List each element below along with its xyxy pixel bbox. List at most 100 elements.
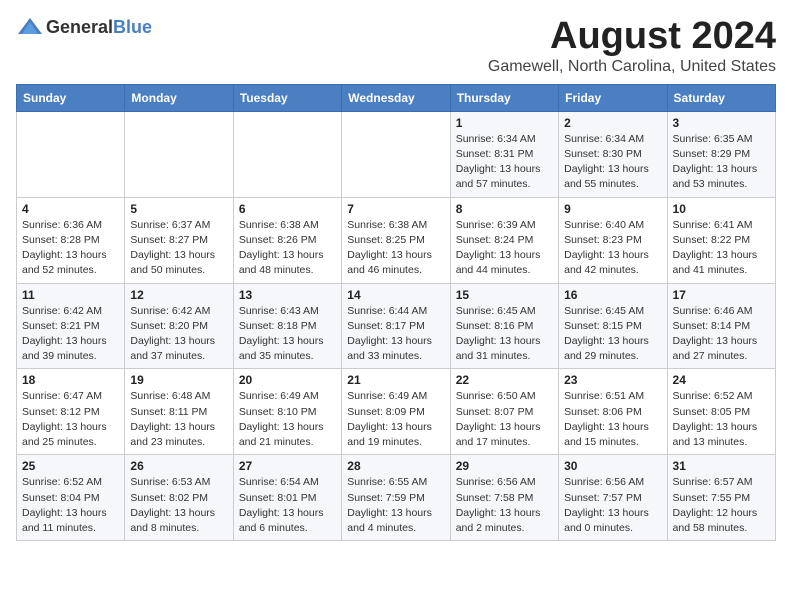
day-info: Sunrise: 6:46 AM Sunset: 8:14 PM Dayligh… bbox=[673, 304, 770, 365]
table-row: 30 Sunrise: 6:56 AM Sunset: 7:57 PM Dayli… bbox=[559, 455, 667, 541]
table-row bbox=[233, 111, 341, 197]
table-row: 24 Sunrise: 6:52 AM Sunset: 8:05 PM Dayli… bbox=[667, 369, 775, 455]
day-info: Sunrise: 6:56 AM Sunset: 7:57 PM Dayligh… bbox=[564, 475, 661, 536]
header-saturday: Saturday bbox=[667, 84, 775, 111]
table-row: 8 Sunrise: 6:39 AM Sunset: 8:24 PM Daylig… bbox=[450, 197, 558, 283]
table-row bbox=[17, 111, 125, 197]
logo-text-blue: Blue bbox=[113, 17, 152, 37]
day-info: Sunrise: 6:54 AM Sunset: 8:01 PM Dayligh… bbox=[239, 475, 336, 536]
table-row: 15 Sunrise: 6:45 AM Sunset: 8:16 PM Dayli… bbox=[450, 283, 558, 369]
day-number: 10 bbox=[673, 202, 770, 216]
table-row: 27 Sunrise: 6:54 AM Sunset: 8:01 PM Dayli… bbox=[233, 455, 341, 541]
table-row bbox=[342, 111, 450, 197]
table-row: 10 Sunrise: 6:41 AM Sunset: 8:22 PM Dayli… bbox=[667, 197, 775, 283]
day-info: Sunrise: 6:42 AM Sunset: 8:20 PM Dayligh… bbox=[130, 304, 227, 365]
day-number: 12 bbox=[130, 288, 227, 302]
day-number: 20 bbox=[239, 373, 336, 387]
table-row: 28Sunrise: 6:55 AM Sunset: 7:59 PM Dayli… bbox=[342, 455, 450, 541]
day-number: 15 bbox=[456, 288, 553, 302]
day-number: 25 bbox=[22, 459, 119, 473]
header-wednesday: Wednesday bbox=[342, 84, 450, 111]
day-number: 17 bbox=[673, 288, 770, 302]
table-row: 3 Sunrise: 6:35 AM Sunset: 8:29 PM Daylig… bbox=[667, 111, 775, 197]
table-row: 1 Sunrise: 6:34 AM Sunset: 8:31 PM Daylig… bbox=[450, 111, 558, 197]
day-info: Sunrise: 6:50 AM Sunset: 8:07 PM Dayligh… bbox=[456, 389, 553, 450]
header-tuesday: Tuesday bbox=[233, 84, 341, 111]
header-thursday: Thursday bbox=[450, 84, 558, 111]
location-title: Gamewell, North Carolina, United States bbox=[488, 58, 776, 76]
logo-icon bbox=[16, 16, 44, 38]
day-number: 31 bbox=[673, 459, 770, 473]
day-info: Sunrise: 6:49 AM Sunset: 8:09 PM Dayligh… bbox=[347, 389, 444, 450]
day-number: 26 bbox=[130, 459, 227, 473]
day-number: 29 bbox=[456, 459, 553, 473]
table-row: 9 Sunrise: 6:40 AM Sunset: 8:23 PM Daylig… bbox=[559, 197, 667, 283]
day-number: 4 bbox=[22, 202, 119, 216]
table-row bbox=[125, 111, 233, 197]
table-row: 31Sunrise: 6:57 AM Sunset: 7:55 PM Dayli… bbox=[667, 455, 775, 541]
day-info: Sunrise: 6:51 AM Sunset: 8:06 PM Dayligh… bbox=[564, 389, 661, 450]
table-row: 18 Sunrise: 6:47 AM Sunset: 8:12 PM Dayli… bbox=[17, 369, 125, 455]
day-number: 1 bbox=[456, 116, 553, 130]
day-info: Sunrise: 6:41 AM Sunset: 8:22 PM Dayligh… bbox=[673, 218, 770, 279]
day-number: 23 bbox=[564, 373, 661, 387]
table-row: 11 Sunrise: 6:42 AM Sunset: 8:21 PM Dayli… bbox=[17, 283, 125, 369]
day-number: 8 bbox=[456, 202, 553, 216]
page-header: GeneralBlue August 2024 Gamewell, North … bbox=[16, 16, 776, 76]
day-number: 27 bbox=[239, 459, 336, 473]
day-number: 14 bbox=[347, 288, 444, 302]
day-info: Sunrise: 6:35 AM Sunset: 8:29 PM Dayligh… bbox=[673, 132, 770, 193]
table-row: 25 Sunrise: 6:52 AM Sunset: 8:04 PM Dayli… bbox=[17, 455, 125, 541]
logo: GeneralBlue bbox=[16, 16, 152, 38]
table-row: 19 Sunrise: 6:48 AM Sunset: 8:11 PM Dayli… bbox=[125, 369, 233, 455]
day-info: Sunrise: 6:45 AM Sunset: 8:15 PM Dayligh… bbox=[564, 304, 661, 365]
day-number: 11 bbox=[22, 288, 119, 302]
day-info: Sunrise: 6:42 AM Sunset: 8:21 PM Dayligh… bbox=[22, 304, 119, 365]
table-row: 21Sunrise: 6:49 AM Sunset: 8:09 PM Dayli… bbox=[342, 369, 450, 455]
day-number: 7 bbox=[347, 202, 444, 216]
header-friday: Friday bbox=[559, 84, 667, 111]
day-info: Sunrise: 6:52 AM Sunset: 8:05 PM Dayligh… bbox=[673, 389, 770, 450]
day-number: 9 bbox=[564, 202, 661, 216]
table-row: 7Sunrise: 6:38 AM Sunset: 8:25 PM Daylig… bbox=[342, 197, 450, 283]
day-number: 13 bbox=[239, 288, 336, 302]
table-row: 20Sunrise: 6:49 AM Sunset: 8:10 PM Dayli… bbox=[233, 369, 341, 455]
day-number: 28 bbox=[347, 459, 444, 473]
day-number: 5 bbox=[130, 202, 227, 216]
day-number: 18 bbox=[22, 373, 119, 387]
day-info: Sunrise: 6:43 AM Sunset: 8:18 PM Dayligh… bbox=[239, 304, 336, 365]
day-info: Sunrise: 6:56 AM Sunset: 7:58 PM Dayligh… bbox=[456, 475, 553, 536]
table-row: 16Sunrise: 6:45 AM Sunset: 8:15 PM Dayli… bbox=[559, 283, 667, 369]
table-row: 4Sunrise: 6:36 AM Sunset: 8:28 PM Daylig… bbox=[17, 197, 125, 283]
day-info: Sunrise: 6:34 AM Sunset: 8:31 PM Dayligh… bbox=[456, 132, 553, 193]
day-info: Sunrise: 6:47 AM Sunset: 8:12 PM Dayligh… bbox=[22, 389, 119, 450]
calendar-header: Sunday Monday Tuesday Wednesday Thursday… bbox=[17, 84, 776, 111]
day-info: Sunrise: 6:48 AM Sunset: 8:11 PM Dayligh… bbox=[130, 389, 227, 450]
day-info: Sunrise: 6:52 AM Sunset: 8:04 PM Dayligh… bbox=[22, 475, 119, 536]
table-row: 13 Sunrise: 6:43 AM Sunset: 8:18 PM Dayli… bbox=[233, 283, 341, 369]
day-number: 19 bbox=[130, 373, 227, 387]
calendar-body: 1 Sunrise: 6:34 AM Sunset: 8:31 PM Daylig… bbox=[17, 111, 776, 540]
day-info: Sunrise: 6:45 AM Sunset: 8:16 PM Dayligh… bbox=[456, 304, 553, 365]
table-row: 17 Sunrise: 6:46 AM Sunset: 8:14 PM Dayli… bbox=[667, 283, 775, 369]
month-title: August 2024 bbox=[488, 16, 776, 58]
day-info: Sunrise: 6:37 AM Sunset: 8:27 PM Dayligh… bbox=[130, 218, 227, 279]
day-number: 30 bbox=[564, 459, 661, 473]
table-row: 5 Sunrise: 6:37 AM Sunset: 8:27 PM Daylig… bbox=[125, 197, 233, 283]
title-area: August 2024 Gamewell, North Carolina, Un… bbox=[488, 16, 776, 76]
day-number: 6 bbox=[239, 202, 336, 216]
table-row: 23 Sunrise: 6:51 AM Sunset: 8:06 PM Dayli… bbox=[559, 369, 667, 455]
table-row: 14 Sunrise: 6:44 AM Sunset: 8:17 PM Dayli… bbox=[342, 283, 450, 369]
day-info: Sunrise: 6:40 AM Sunset: 8:23 PM Dayligh… bbox=[564, 218, 661, 279]
day-info: Sunrise: 6:39 AM Sunset: 8:24 PM Dayligh… bbox=[456, 218, 553, 279]
day-number: 24 bbox=[673, 373, 770, 387]
day-number: 3 bbox=[673, 116, 770, 130]
day-number: 22 bbox=[456, 373, 553, 387]
table-row: 12 Sunrise: 6:42 AM Sunset: 8:20 PM Dayli… bbox=[125, 283, 233, 369]
day-info: Sunrise: 6:53 AM Sunset: 8:02 PM Dayligh… bbox=[130, 475, 227, 536]
day-info: Sunrise: 6:44 AM Sunset: 8:17 PM Dayligh… bbox=[347, 304, 444, 365]
calendar-table: Sunday Monday Tuesday Wednesday Thursday… bbox=[16, 84, 776, 541]
table-row: 6Sunrise: 6:38 AM Sunset: 8:26 PM Daylig… bbox=[233, 197, 341, 283]
table-row: 26 Sunrise: 6:53 AM Sunset: 8:02 PM Dayli… bbox=[125, 455, 233, 541]
day-info: Sunrise: 6:34 AM Sunset: 8:30 PM Dayligh… bbox=[564, 132, 661, 193]
